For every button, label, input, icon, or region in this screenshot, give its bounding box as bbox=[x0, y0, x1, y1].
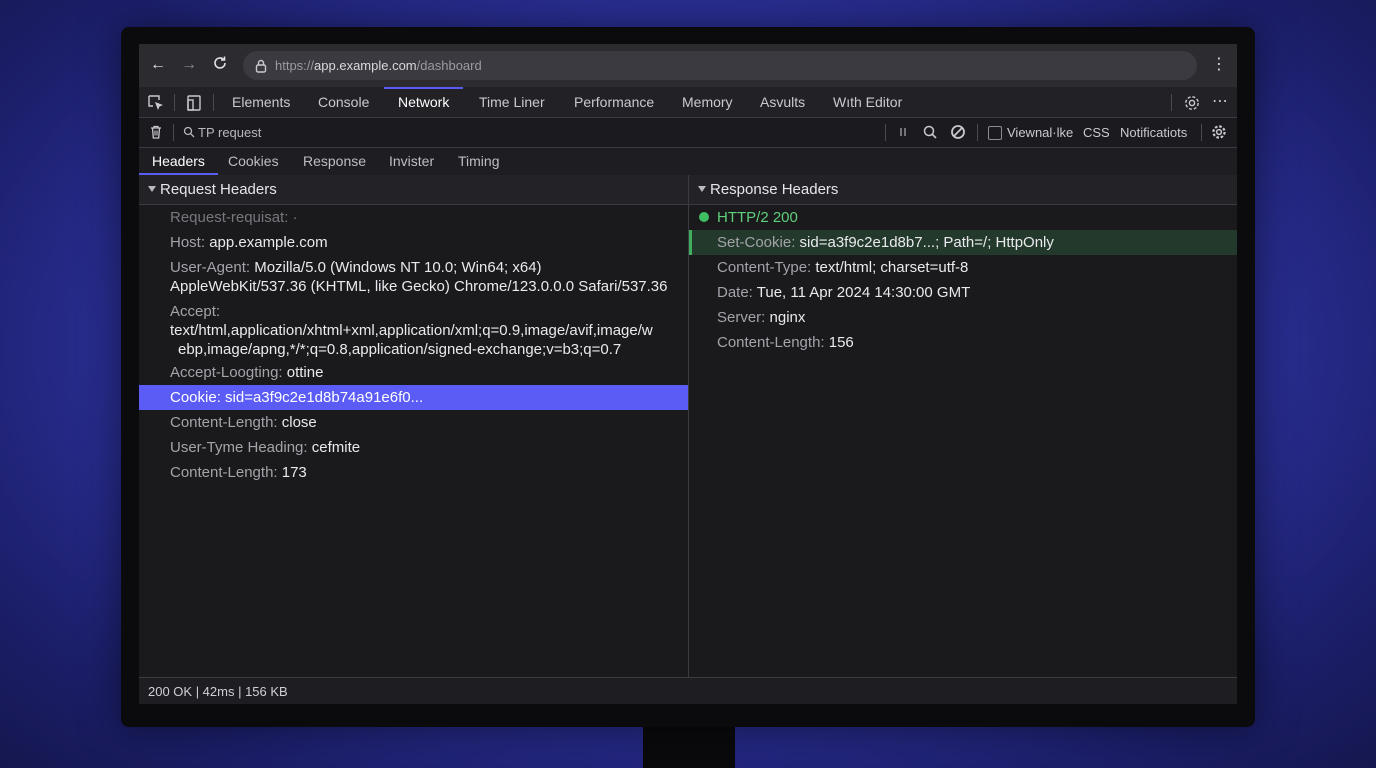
header-row[interactable]: Request-requisat: · bbox=[139, 205, 688, 230]
status-line: HTTP/2 200 bbox=[717, 209, 798, 226]
device-toolbar-icon[interactable] bbox=[185, 94, 203, 112]
request-detail-tabs: Headers Cookies Response Invister Timing bbox=[139, 148, 1237, 176]
tab-memory[interactable]: Memory bbox=[682, 87, 733, 117]
header-row[interactable]: User-Tyme Heading: cefmite bbox=[139, 435, 688, 460]
subtab-timing[interactable]: Timing bbox=[458, 153, 500, 169]
header-row[interactable]: Content-Length: 156 bbox=[689, 330, 1237, 355]
browser-menu-icon[interactable]: ⋮ bbox=[1211, 55, 1227, 75]
checkbox-label: Viewnal·lke bbox=[1007, 125, 1074, 140]
trash-icon[interactable] bbox=[148, 124, 164, 140]
header-row[interactable]: Content-Length: 173 bbox=[139, 460, 688, 485]
header-row[interactable]: Accept-Loogting: ottine bbox=[139, 360, 688, 385]
header-row[interactable]: User-Agent: Mozilla/5.0 (Windows NT 10.0… bbox=[139, 255, 688, 299]
pause-icon[interactable] bbox=[895, 124, 911, 140]
divider bbox=[173, 124, 174, 141]
tab-console[interactable]: Console bbox=[318, 87, 369, 117]
tab-network[interactable]: Network bbox=[383, 87, 464, 117]
browser-window: ← → https://app.example.com/dashboard ⋮ … bbox=[139, 44, 1237, 704]
devtools-more-icon[interactable]: ⋯ bbox=[1212, 87, 1228, 117]
divider bbox=[174, 94, 175, 111]
filter-input[interactable]: TP request bbox=[198, 125, 261, 140]
divider bbox=[1201, 124, 1202, 141]
forward-icon[interactable]: → bbox=[179, 55, 199, 75]
tab-elements[interactable]: Elements bbox=[232, 87, 290, 117]
header-row[interactable]: Date: Tue, 11 Apr 2024 14:30:00 GMT bbox=[689, 280, 1237, 305]
header-row-highlighted[interactable]: Set-Cookie: sid=a3f9c2e1d8b7...; Path=/;… bbox=[689, 230, 1237, 255]
divider bbox=[977, 124, 978, 141]
tab-editor[interactable]: Wıth Editor bbox=[833, 87, 902, 117]
tab-performance[interactable]: Performance bbox=[574, 87, 654, 117]
status-dot-icon bbox=[699, 212, 709, 222]
network-filter-bar: TP request Viewnal·lke CSS Notificatiots bbox=[139, 118, 1237, 148]
reload-icon[interactable] bbox=[210, 55, 230, 75]
header-row[interactable]: Content-Length: close bbox=[139, 410, 688, 435]
collapse-triangle-icon[interactable] bbox=[148, 186, 156, 192]
monitor-stand bbox=[643, 724, 735, 768]
filter-search-icon bbox=[183, 126, 195, 138]
inspect-element-icon[interactable] bbox=[147, 94, 165, 112]
browser-toolbar: ← → https://app.example.com/dashboard ⋮ bbox=[139, 44, 1237, 87]
request-headers-pane: Request Headers Request-requisat: · Host… bbox=[139, 175, 689, 677]
tab-time-liner[interactable]: Time Liner bbox=[479, 87, 545, 117]
search-icon[interactable] bbox=[922, 124, 938, 140]
url-text[interactable]: https://app.example.com/dashboard bbox=[275, 58, 482, 73]
subtab-response[interactable]: Response bbox=[303, 153, 366, 169]
devtools-tab-bar: Elements Console Network Time Liner Perf… bbox=[139, 87, 1237, 118]
notifications-filter-button[interactable]: Notificatiots bbox=[1120, 125, 1187, 140]
divider bbox=[1171, 94, 1172, 111]
section-title: Request Headers bbox=[160, 181, 277, 198]
address-bar[interactable]: https://app.example.com/dashboard bbox=[243, 51, 1197, 80]
settings-gear-icon[interactable] bbox=[1183, 94, 1201, 112]
response-headers-section[interactable]: Response Headers bbox=[689, 175, 1237, 205]
response-headers-pane: Response Headers HTTP/2 200 Set-Cookie: … bbox=[689, 175, 1237, 677]
header-row-selected[interactable]: Cookie: sid=a3f9c2e1d8b74a91e6f0... bbox=[139, 385, 688, 410]
network-settings-gear-icon[interactable] bbox=[1211, 124, 1227, 140]
section-title: Response Headers bbox=[710, 181, 839, 198]
subtab-invister[interactable]: Invister bbox=[389, 153, 434, 169]
block-icon[interactable] bbox=[950, 124, 966, 140]
viewnal-checkbox[interactable] bbox=[988, 126, 1002, 140]
divider bbox=[885, 124, 886, 141]
tab-asvults[interactable]: Asvults bbox=[760, 87, 805, 117]
request-headers-section[interactable]: Request Headers bbox=[139, 175, 688, 205]
back-icon[interactable]: ← bbox=[148, 55, 168, 75]
collapse-triangle-icon[interactable] bbox=[698, 186, 706, 192]
header-row[interactable]: Content-Type: text/html; charset=utf-8 bbox=[689, 255, 1237, 280]
status-summary: 200 OK | 42ms | 156 KB bbox=[148, 684, 288, 699]
header-row[interactable]: Accept: text/html,application/xhtml+xml,a… bbox=[139, 299, 688, 361]
subtab-cookies[interactable]: Cookies bbox=[228, 153, 279, 169]
header-row[interactable]: Server: nginx bbox=[689, 305, 1237, 330]
lock-icon bbox=[255, 59, 267, 73]
subtab-headers[interactable]: Headers bbox=[152, 153, 205, 169]
divider bbox=[213, 94, 214, 111]
status-row[interactable]: HTTP/2 200 bbox=[689, 205, 1237, 230]
css-filter-button[interactable]: CSS bbox=[1083, 125, 1110, 140]
status-bar: 200 OK | 42ms | 156 KB bbox=[139, 677, 1237, 704]
header-row[interactable]: Host: app.example.com bbox=[139, 230, 688, 255]
